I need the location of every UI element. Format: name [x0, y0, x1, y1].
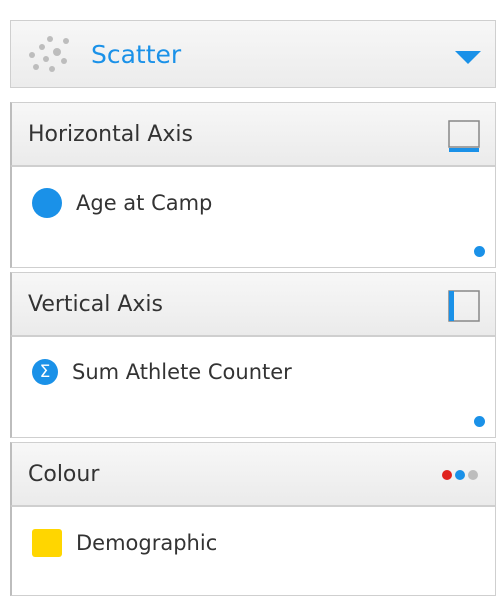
colour-header[interactable]: Colour — [10, 442, 496, 506]
scatter-icon — [25, 34, 71, 74]
field-label: Age at Camp — [76, 191, 213, 215]
chart-type-select[interactable]: Scatter — [10, 20, 496, 88]
vertical-axis-icon[interactable] — [447, 289, 481, 323]
field-pill[interactable]: Demographic — [32, 529, 495, 557]
chart-type-label: Scatter — [91, 39, 182, 69]
dimension-dot-icon — [32, 188, 62, 218]
horizontal-axis-drop-zone[interactable]: Age at Camp — [10, 166, 496, 268]
drop-indicator-icon — [474, 416, 485, 427]
section-title: Vertical Axis — [28, 291, 163, 317]
vertical-axis-drop-zone[interactable]: Σ Sum Athlete Counter — [10, 336, 496, 438]
field-pill[interactable]: Σ Sum Athlete Counter — [32, 359, 495, 385]
horizontal-axis-header[interactable]: Horizontal Axis — [10, 102, 496, 166]
vertical-axis-header[interactable]: Vertical Axis — [10, 272, 496, 336]
field-label: Demographic — [76, 531, 218, 555]
colour-drop-zone[interactable]: Demographic — [10, 506, 496, 596]
horizontal-axis-icon[interactable] — [447, 119, 481, 153]
section-title: Colour — [28, 461, 100, 487]
section-title: Horizontal Axis — [28, 121, 193, 147]
field-label: Sum Athlete Counter — [72, 360, 292, 384]
colour-swatch-icon — [32, 529, 62, 557]
field-pill[interactable]: Age at Camp — [32, 188, 495, 218]
sigma-icon: Σ — [32, 359, 58, 385]
colour-dots-icon[interactable] — [441, 468, 481, 482]
drop-indicator-icon — [474, 246, 485, 257]
chevron-down-icon[interactable] — [455, 51, 481, 64]
